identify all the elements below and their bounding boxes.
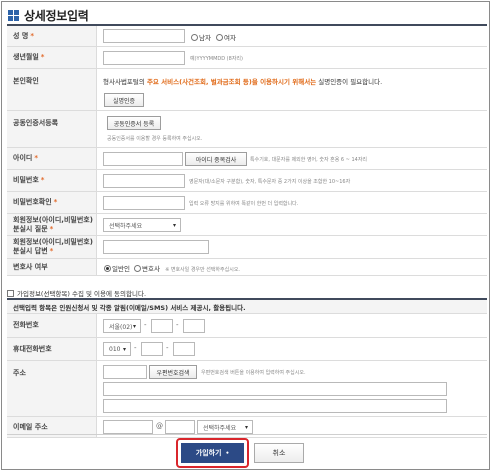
lawyer-group: 일반인 변호사 ※ 변호사일 경우만 선택하주십시오. [104, 263, 240, 273]
mobile-middle-input[interactable] [141, 342, 163, 356]
password-confirm-input[interactable] [103, 196, 185, 210]
at-sign: @ [156, 422, 163, 430]
row-birth: 생년월일 * 예)YYYYMMDD (8자리) [7, 47, 487, 69]
userid-label: 아이디 * [7, 148, 97, 169]
birth-hint: 예)YYYYMMDD (8자리) [190, 56, 243, 62]
auth-notice: 형사사법포털의 주요 서비스(사건조회, 벌과금조회 등)을 이용하시기 위해서… [103, 78, 383, 86]
cert-hint: 공동인증서를 이용할 경우 등록하여 주십시오. [107, 136, 203, 142]
userid-hint: 특수기호, 대문자를 제외한 영어, 숫자 혼용 6 ~ 14자리 [250, 157, 368, 163]
name-label: 성 명 * [7, 26, 97, 46]
cert-label: 공동인증서등록 [7, 111, 97, 147]
row-name: 성 명 * 남자 여자 [7, 26, 487, 47]
lawyer-hint: ※ 변호사일 경우만 선택하주십시오. [165, 267, 241, 273]
password-input[interactable] [103, 174, 185, 188]
address-line2-input[interactable] [103, 399, 447, 413]
answer-input[interactable] [103, 240, 209, 254]
real-name-auth-button[interactable]: 실명인증 [104, 93, 144, 107]
cancel-button[interactable]: 취소 [254, 443, 304, 463]
phone-area-select[interactable]: 서울(02) ▾ [103, 319, 141, 333]
phone-last-input[interactable] [183, 319, 205, 333]
lawyer-radio[interactable] [134, 265, 142, 272]
email-id-input[interactable] [103, 420, 153, 434]
row-lawyer: 변호사 여부 일반인 변호사 ※ 변호사일 경우만 선택하주십시오. [7, 259, 487, 276]
general-radio[interactable] [104, 265, 111, 272]
submit-highlight-frame: 가입하기 • [176, 438, 249, 468]
password-confirm-label: 비밀번호확인 * [7, 192, 97, 213]
email-domain-input[interactable] [165, 420, 195, 434]
row-mobile: 휴대전화번호 010 ▾ - - [7, 338, 487, 361]
join-button[interactable]: 가입하기 • [181, 443, 244, 463]
row-userid: 아이디 * 아이디 중복검사 특수기호, 대문자를 제외한 영어, 숫자 혼용 6… [7, 148, 487, 170]
question-select[interactable]: 선택하주세요 ▾ [103, 218, 181, 232]
lawyer-label: 변호사 여부 [7, 259, 97, 275]
mobile-prefix-select[interactable]: 010 ▾ [103, 342, 131, 356]
password-confirm-hint: 입력 오류 방지를 위하여 똑같이 한번 더 입력합니다. [189, 201, 299, 207]
optional-notice: 선택입력 항목은 인원신청서 및 각종 알림(이메일/SMS) 서비스 제공시,… [7, 298, 487, 314]
birth-label: 생년월일 * [7, 47, 97, 68]
answer-label: 회원정보(아이디,비밀번호) 분실시 답변 * [7, 236, 97, 258]
chevron-down-icon: ▾ [172, 222, 176, 229]
consent-checkbox[interactable] [7, 289, 14, 297]
gender-group: 남자 여자 [191, 32, 236, 42]
chevron-down-icon: ▾ [132, 323, 136, 330]
row-auth: 본인확인 형사사법포털의 주요 서비스(사건조회, 벌과금조회 등)을 이용하시… [7, 69, 487, 111]
chevron-down-icon: ▾ [122, 346, 126, 353]
password-label: 비밀번호 * [7, 170, 97, 191]
row-cert: 공동인증서등록 공동인증서 등록 공동인증서를 이용할 경우 등록하여 주십시오… [7, 111, 487, 148]
page-frame: 상세정보입력 성 명 * 남자 여자 생년월일 * 예)YYYYMMDD (8자리) [1, 1, 490, 470]
page-header: 상세정보입력 [8, 6, 89, 24]
row-phone: 전화번호 서울(02) ▾ - - [7, 314, 487, 338]
consent-text: 가입정보(선택항목) 수집 및 이용에 동의합니다. [17, 290, 147, 298]
address-line1-input[interactable] [103, 382, 447, 396]
required-info-table: 성 명 * 남자 여자 생년월일 * 예)YYYYMMDD (8자리) 본인확인 형… [7, 24, 487, 276]
cert-register-button[interactable]: 공동인증서 등록 [107, 116, 161, 130]
phone-label: 전화번호 [7, 314, 97, 337]
page-title: 상세정보입력 [24, 8, 89, 23]
mobile-label: 휴대전화번호 [7, 338, 97, 360]
footer-divider [7, 434, 487, 435]
phone-middle-input[interactable] [151, 319, 173, 333]
email-domain-select[interactable]: 선택하주세요 ▾ [197, 420, 253, 434]
address-label: 주소 [7, 361, 97, 416]
chevron-down-icon: ▾ [244, 424, 248, 431]
row-password: 비밀번호 * 영문자(대/소문자 구분함), 숫자, 특수문자 중 2가지 이상을… [7, 170, 487, 192]
birth-input[interactable] [103, 51, 185, 65]
userid-input[interactable] [103, 152, 183, 166]
address-hint: 우편번호검색 버튼을 이용하여 입력하여 주십시오. [201, 370, 306, 376]
name-input[interactable] [103, 29, 185, 43]
consent-row: 가입정보(선택항목) 수집 및 이용에 동의합니다. [7, 288, 146, 298]
row-answer: 회원정보(아이디,비밀번호) 분실시 답변 * [7, 236, 487, 259]
row-question: 회원정보(아이디,비밀번호) 분실시 질문 * 선택하주세요 ▾ [7, 214, 487, 236]
auth-label: 본인확인 [7, 69, 97, 110]
mobile-last-input[interactable] [173, 342, 195, 356]
zipcode-search-button[interactable]: 우편번호검색 [149, 365, 197, 379]
row-address: 주소 우편번호검색 우편번호검색 버튼을 이용하여 입력하여 주십시오. [7, 361, 487, 417]
password-hint: 영문자(대/소문자 구분함), 숫자, 특수문자 중 2가지 이상을 조합한 1… [189, 179, 351, 185]
bullet-icon: • [225, 449, 230, 457]
question-label: 회원정보(아이디,비밀번호) 분실시 질문 * [7, 214, 97, 235]
id-duplicate-check-button[interactable]: 아이디 중복검사 [185, 152, 247, 166]
female-radio[interactable] [216, 34, 224, 41]
zipcode-input[interactable] [103, 365, 147, 379]
grid-icon [8, 9, 19, 21]
row-password-confirm: 비밀번호확인 * 입력 오류 방지를 위하여 똑같이 한번 더 입력합니다. [7, 192, 487, 214]
male-radio[interactable] [191, 34, 198, 41]
